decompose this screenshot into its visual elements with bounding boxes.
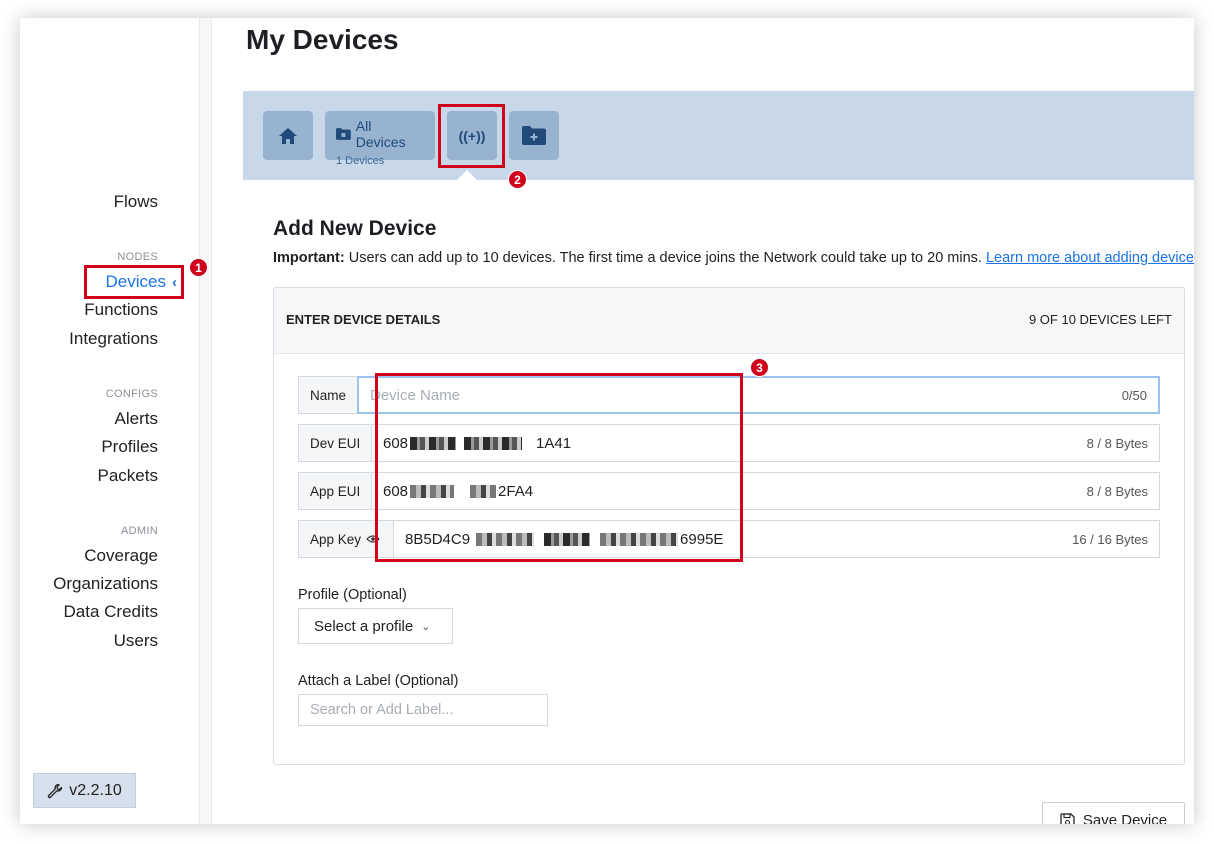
sidebar-item-alerts[interactable]: Alerts xyxy=(115,409,158,429)
all-devices-label: All Devices xyxy=(355,118,406,150)
learn-more-link[interactable]: Learn more about adding devices xyxy=(986,250,1194,266)
profile-select-value: Select a profile xyxy=(314,617,414,635)
chevron-down-icon: ⌄ xyxy=(421,620,431,633)
version-badge[interactable]: v2.2.10 xyxy=(33,773,136,808)
label-search-input[interactable]: Search or Add Label... xyxy=(298,694,548,726)
all-devices-button[interactable]: All Devices 1 Devices xyxy=(325,111,435,167)
profile-label: Profile (Optional) xyxy=(298,587,407,603)
section-label-admin: ADMIN xyxy=(121,525,158,537)
app-window: Flows NODES Devices ‹ Functions Integrati… xyxy=(20,18,1194,824)
sidebar-item-functions[interactable]: Functions xyxy=(84,300,158,320)
home-button[interactable] xyxy=(263,111,313,160)
card-title: ENTER DEVICE DETAILS xyxy=(286,312,441,327)
annotation-badge-2: 2 xyxy=(508,170,527,189)
attach-label-heading: Attach a Label (Optional) xyxy=(298,673,459,689)
version-text: v2.2.10 xyxy=(69,781,122,799)
sidebar-item-users[interactable]: Users xyxy=(114,631,158,651)
sidebar: Flows NODES Devices ‹ Functions Integrati… xyxy=(20,18,199,824)
sidebar-divider xyxy=(199,18,212,824)
folder-device-icon xyxy=(336,128,351,140)
important-text: Users can add up to 10 devices. The firs… xyxy=(344,250,986,266)
profile-select[interactable]: Select a profile ⌄ xyxy=(298,608,453,644)
dev-eui-label: Dev EUI xyxy=(298,424,372,462)
annotation-badge-1: 1 xyxy=(189,258,208,277)
dev-eui-byte-count: 8 / 8 Bytes xyxy=(1086,435,1148,451)
devices-left-count: 9 OF 10 DEVICES LEFT xyxy=(1028,312,1172,327)
card-header: ENTER DEVICE DETAILS 9 OF 10 DEVICES LEF… xyxy=(274,288,1184,354)
folder-plus-icon xyxy=(522,126,546,145)
app-eui-label: App EUI xyxy=(298,472,372,510)
name-char-count: 0/50 xyxy=(1121,387,1147,403)
label-search-placeholder: Search or Add Label... xyxy=(310,702,454,718)
annotation-box-add-device xyxy=(438,104,505,168)
device-toolbar: All Devices 1 Devices ((+)) xyxy=(243,91,1194,180)
wrench-icon xyxy=(48,783,63,798)
section-label-configs: CONFIGS xyxy=(105,388,158,400)
important-bold: Important: xyxy=(273,250,345,266)
annotation-badge-3: 3 xyxy=(750,358,769,377)
sidebar-item-integrations[interactable]: Integrations xyxy=(69,329,158,349)
form-heading: Add New Device xyxy=(273,217,437,240)
save-device-button[interactable]: Save Device xyxy=(1042,802,1185,824)
all-devices-count: 1 Devices xyxy=(336,155,385,167)
sidebar-item-packets[interactable]: Packets xyxy=(98,466,158,486)
sidebar-item-data-credits[interactable]: Data Credits xyxy=(64,602,158,622)
sidebar-item-profiles[interactable]: Profiles xyxy=(101,437,158,457)
app-eui-byte-count: 8 / 8 Bytes xyxy=(1086,483,1148,499)
add-folder-button[interactable] xyxy=(509,111,559,160)
home-icon xyxy=(279,127,297,144)
annotation-box-devices xyxy=(84,265,184,299)
app-key-byte-count: 16 / 16 Bytes xyxy=(1072,531,1148,547)
name-label: Name xyxy=(298,376,359,414)
important-notice: Important: Users can add up to 10 device… xyxy=(273,250,1194,266)
section-label-nodes: NODES xyxy=(117,251,158,263)
sidebar-item-coverage[interactable]: Coverage xyxy=(84,546,158,566)
sidebar-item-flows[interactable]: Flows xyxy=(114,192,158,212)
sidebar-item-organizations[interactable]: Organizations xyxy=(53,574,158,594)
save-device-label: Save Device xyxy=(1082,812,1168,824)
annotation-box-credentials xyxy=(375,373,743,562)
app-key-label: App Key xyxy=(310,531,362,547)
floppy-disk-icon xyxy=(1060,813,1075,824)
page-title: My Devices xyxy=(246,24,399,55)
